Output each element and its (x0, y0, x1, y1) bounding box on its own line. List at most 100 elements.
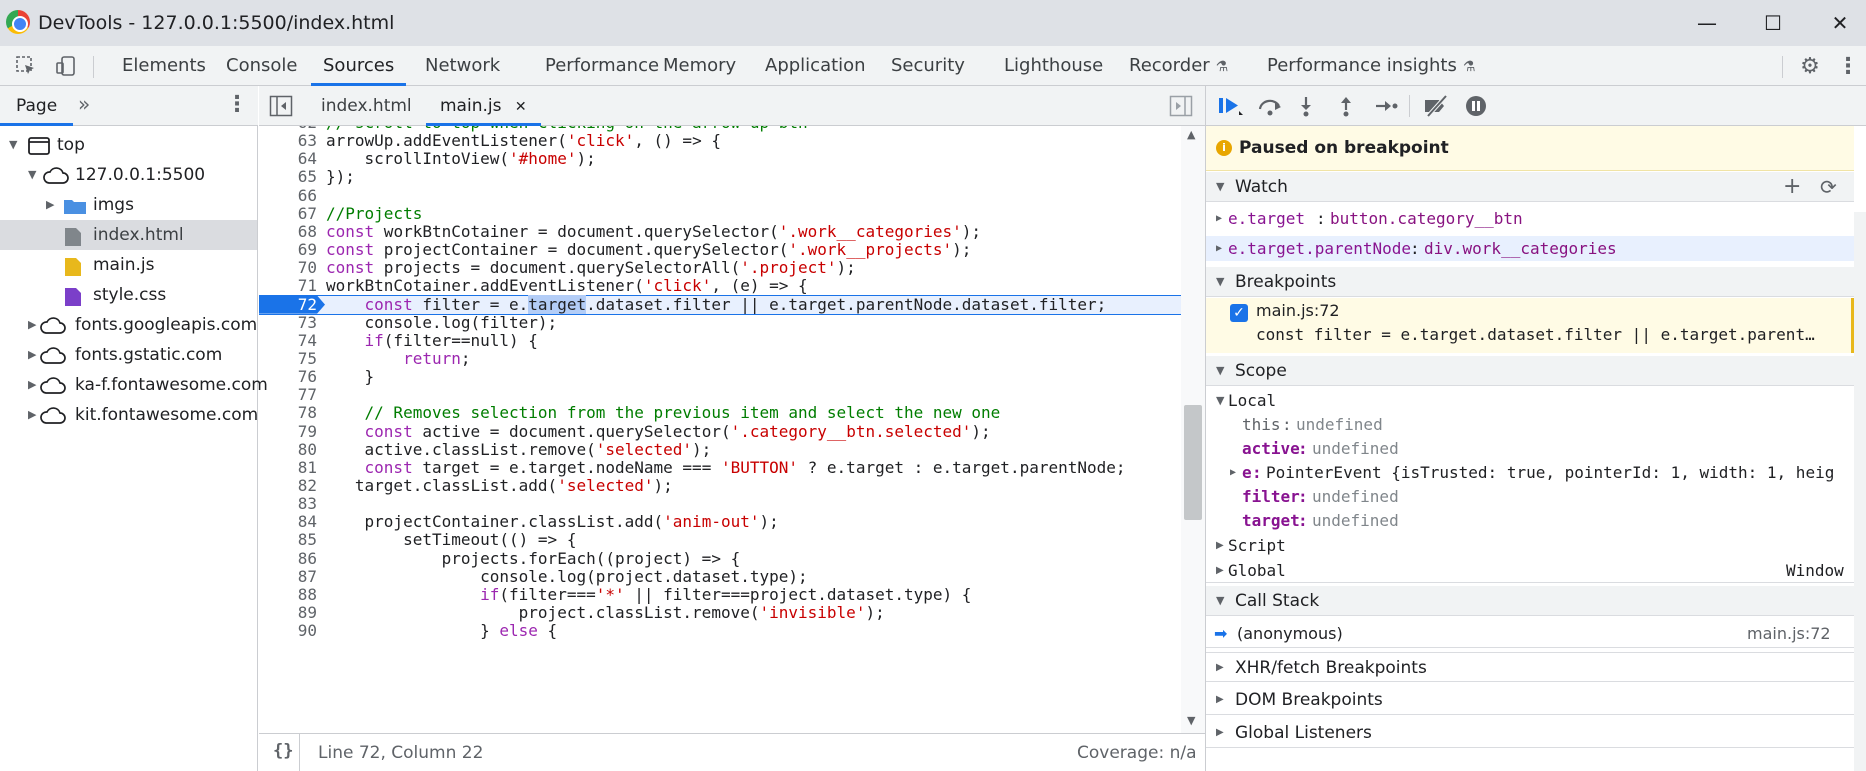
line-number[interactable]: 67 (259, 204, 317, 223)
code-line[interactable]: 89 project.classList.remove('invisible')… (259, 603, 1181, 622)
code-line[interactable]: 67 //Projects (259, 204, 1181, 223)
tab-application[interactable]: Application (753, 46, 878, 86)
call-stack-section-header[interactable]: ▼ Call Stack (1206, 586, 1854, 616)
debugger-scrollbar[interactable] (1854, 212, 1866, 771)
inspect-element-icon[interactable] (12, 52, 40, 80)
tree-item-index-html[interactable]: index.html (0, 220, 257, 250)
xhr-breakpoints-section-header[interactable]: ▶ XHR/fetch Breakpoints (1206, 652, 1854, 682)
line-number[interactable]: 66 (259, 186, 317, 205)
scope-variable[interactable]: ▶ e: PointerEvent {isTrusted: true, poin… (1206, 460, 1854, 485)
tree-item-style-css[interactable]: style.css (0, 280, 257, 310)
tab-security[interactable]: Security (879, 46, 977, 86)
code-line[interactable]: 68 const workBtnCotainer = document.query… (259, 222, 1181, 241)
device-toolbar-icon[interactable] (52, 52, 80, 80)
code-line[interactable]: 66 (259, 186, 1181, 205)
line-number[interactable]: 70 (259, 259, 317, 277)
line-number[interactable]: 68 (259, 222, 317, 241)
code-line[interactable]: 85 setTimeout(() => { (259, 531, 1181, 549)
line-number[interactable]: 74 (259, 331, 317, 350)
tab-page[interactable]: Page (0, 86, 74, 126)
code-line[interactable]: 73 console.log(filter); (259, 313, 1181, 332)
line-number[interactable]: 79 (259, 422, 317, 441)
code-line[interactable]: 77 (259, 386, 1181, 404)
breakpoint-item[interactable]: ✓ main.js:72 const filter = e.target.dat… (1206, 298, 1854, 353)
tab-lighthouse[interactable]: Lighthouse (992, 46, 1115, 86)
tree-item-fonts-googleapis[interactable]: ▶ fonts.googleapis.com (0, 310, 257, 340)
code-line[interactable]: 90 } else { (259, 622, 1181, 640)
watch-section-header[interactable]: ▼ Watch + ⟳ (1206, 172, 1854, 202)
dom-breakpoints-section-header[interactable]: ▶ DOM Breakpoints (1206, 685, 1854, 715)
deactivate-breakpoints-icon[interactable] (1420, 92, 1452, 120)
line-number[interactable]: 86 (259, 549, 317, 568)
code-line[interactable]: 86 projects.forEach((project) => { (259, 549, 1181, 568)
code-line[interactable]: 71 workBtnCotainer.addEventListener('clic… (259, 277, 1181, 295)
scope-variable[interactable]: active: undefined (1206, 436, 1854, 461)
pause-on-exceptions-icon[interactable] (1460, 92, 1492, 120)
tree-item-kit-fontawesome[interactable]: ▶ kit.fontawesome.com (0, 400, 258, 430)
line-number[interactable]: 80 (259, 440, 317, 459)
scope-local-header[interactable]: ▼ Local (1206, 388, 1854, 413)
line-number[interactable]: 76 (259, 367, 317, 386)
line-number[interactable]: 65 (259, 168, 317, 186)
line-number[interactable]: 88 (259, 585, 317, 604)
code-line[interactable]: 88 if(filter==='*' || filter===project.d… (259, 585, 1181, 604)
scope-script-header[interactable]: ▶ Script (1206, 533, 1854, 558)
line-number[interactable]: 85 (259, 531, 317, 549)
code-line-breakpoint[interactable]: 72 const filter = e.target.dataset.filte… (259, 294, 1181, 315)
code-line[interactable]: 83 (259, 494, 1181, 513)
editor-tab-index-html[interactable]: index.html (307, 86, 426, 126)
line-number[interactable]: 81 (259, 458, 317, 477)
step-icon[interactable] (1370, 92, 1402, 120)
code-line[interactable]: 63 arrowUp.addEventListener('click', () =… (259, 131, 1181, 150)
tree-item-fonts-gstatic[interactable]: ▶ fonts.gstatic.com (0, 340, 257, 370)
editor-scrollbar-thumb[interactable] (1184, 405, 1202, 520)
code-line[interactable]: 69 const projectContainer = document.quer… (259, 240, 1181, 259)
pretty-print-button[interactable]: {} (273, 741, 293, 761)
code-line[interactable]: 78 // Removes selection from the previou… (259, 404, 1181, 422)
code-line[interactable]: 70 const projects = document.querySelecto… (259, 259, 1181, 277)
coverage-status[interactable]: Coverage: n/a (1077, 743, 1197, 763)
toggle-navigator-icon[interactable] (269, 95, 293, 121)
line-number[interactable]: 84 (259, 513, 317, 531)
tree-item-imgs[interactable]: ▶ imgs (0, 190, 257, 220)
line-number[interactable]: 77 (259, 386, 317, 404)
tab-console[interactable]: Console (214, 46, 309, 86)
step-over-icon[interactable] (1254, 92, 1286, 120)
code-line[interactable]: 79 const active = document.querySelector… (259, 422, 1181, 441)
code-line[interactable]: 82 target.classList.add('selected'); (259, 476, 1181, 495)
step-into-icon[interactable] (1290, 92, 1322, 120)
tab-network[interactable]: Network (413, 46, 512, 86)
code-line[interactable]: 80 active.classList.remove('selected'); (259, 440, 1181, 459)
line-number[interactable]: 78 (259, 404, 317, 422)
scope-global-header[interactable]: ▶ Global Window (1206, 558, 1854, 583)
refresh-watch-icon[interactable]: ⟳ (1820, 172, 1837, 202)
code-editor[interactable]: 62// scroll to top when clicking on the … (259, 126, 1181, 733)
line-number[interactable]: 82 (259, 476, 317, 495)
scope-variable[interactable]: target: undefined (1206, 508, 1854, 533)
tab-memory[interactable]: Memory (651, 46, 748, 86)
tree-item-main-js[interactable]: main.js (0, 250, 257, 280)
code-line[interactable]: 87 console.log(project.dataset.type); (259, 567, 1181, 586)
line-number[interactable]: 63 (259, 131, 317, 150)
scroll-down-icon[interactable]: ▼ (1187, 714, 1195, 727)
line-number[interactable]: 83 (259, 494, 317, 513)
breakpoints-section-header[interactable]: ▼ Breakpoints (1206, 267, 1854, 297)
code-line[interactable]: 81 const target = e.target.nodeName === … (259, 458, 1181, 477)
line-number[interactable]: 69 (259, 240, 317, 259)
tab-performance-insights[interactable]: Performance insights ⚗ (1255, 46, 1487, 86)
line-number[interactable]: 64 (259, 150, 317, 168)
resume-icon[interactable] (1214, 92, 1246, 120)
call-stack-frame[interactable]: ➡ (anonymous) main.js:72 (1206, 620, 1854, 648)
line-number[interactable]: 87 (259, 567, 317, 586)
global-listeners-section-header[interactable]: ▶ Global Listeners (1206, 718, 1854, 748)
tree-item-ka-f-fontawesome[interactable]: ▶ ka-f.fontawesome.com (0, 370, 268, 400)
scope-variable[interactable]: this: undefined (1206, 412, 1854, 437)
settings-gear-icon[interactable]: ⚙ (1796, 52, 1824, 80)
scroll-up-icon[interactable]: ▲ (1187, 128, 1195, 141)
code-line[interactable]: 75 return; (259, 349, 1181, 368)
navigator-menu-icon[interactable]: ⋮ (226, 92, 248, 117)
code-line[interactable]: 65}); (259, 168, 1181, 186)
close-window-button[interactable]: ✕ (1822, 8, 1858, 38)
tree-item-localhost[interactable]: ▼ 127.0.0.1:5500 (0, 160, 257, 190)
breakpoint-checkbox[interactable]: ✓ (1230, 304, 1248, 322)
